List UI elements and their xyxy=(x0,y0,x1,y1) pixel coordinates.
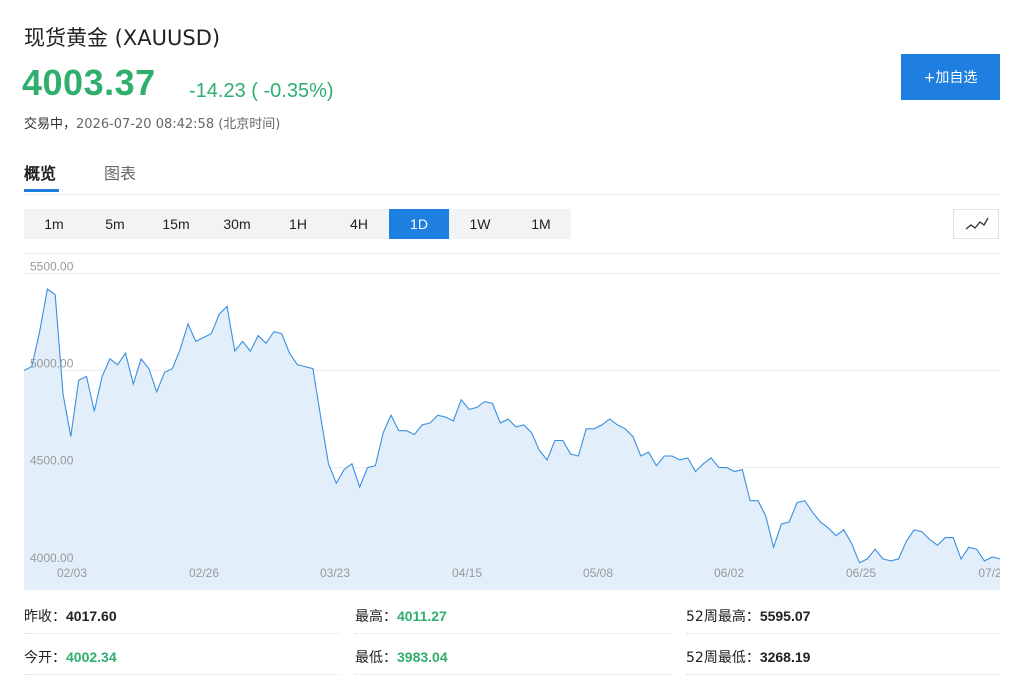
period-1h[interactable]: 1H xyxy=(268,209,328,239)
timestamp: 2026-07-20 08:42:58 (北京时间) xyxy=(76,117,281,132)
divider xyxy=(24,633,340,634)
period-30m[interactable]: 30m xyxy=(207,209,267,239)
stat-label: 最低： xyxy=(355,650,397,666)
line-chart-icon xyxy=(965,217,989,230)
x-tick-label: 06/25 xyxy=(846,566,876,580)
stat-value: 3983.04 xyxy=(397,649,448,665)
stat-value: 3268.19 xyxy=(759,649,811,665)
stat-label: 52周最高： xyxy=(686,609,760,625)
stat-label: 今开： xyxy=(24,650,66,666)
stat-prev-close: 昨收：4017.60 xyxy=(24,606,117,626)
stat-52w-high: 52周最高：5595.07 xyxy=(686,606,810,626)
x-tick-label: 02/26 xyxy=(189,566,219,580)
divider xyxy=(355,633,671,634)
active-tab-indicator xyxy=(24,189,59,192)
period-1mo[interactable]: 1M xyxy=(511,209,571,239)
divider xyxy=(355,674,671,675)
add-to-watchlist-button[interactable]: +加自选 xyxy=(901,54,1000,100)
period-1m[interactable]: 1m xyxy=(24,209,84,239)
stat-52w-low: 52周最低：3268.19 xyxy=(686,647,810,667)
stat-open: 今开：4002.34 xyxy=(24,647,117,667)
x-tick-label: 03/23 xyxy=(320,566,350,580)
tab-overview[interactable]: 概览 xyxy=(24,160,56,184)
stat-value: 4002.34 xyxy=(66,649,117,665)
x-tick-label: 05/08 xyxy=(583,566,613,580)
price-change: -14.23 ( -0.35%) xyxy=(189,80,334,102)
stat-value: 4011.27 xyxy=(397,608,447,624)
price-area xyxy=(24,289,1000,590)
y-tick-label: 4500.00 xyxy=(30,454,74,468)
stat-value: 5595.07 xyxy=(759,608,811,624)
stat-value: 4017.60 xyxy=(66,608,117,624)
y-tick-label: 5500.00 xyxy=(30,259,74,273)
divider xyxy=(686,674,1000,675)
y-tick-label: 4000.00 xyxy=(30,551,74,565)
stat-high: 最高：4011.27 xyxy=(355,606,447,626)
x-tick-label: 02/03 xyxy=(57,566,87,580)
price-chart[interactable]: 5500.00 5000.00 4500.00 4000.00 02/03 02/26 03… xyxy=(23,253,1002,590)
period-1d[interactable]: 1D xyxy=(389,209,449,239)
stat-label: 昨收： xyxy=(24,609,66,625)
divider xyxy=(24,674,340,675)
tab-bar: 概览 图表 xyxy=(24,156,1000,195)
period-15m[interactable]: 15m xyxy=(146,209,206,239)
chart-type-button[interactable] xyxy=(953,209,999,239)
x-tick-label: 06/02 xyxy=(714,566,744,580)
trading-status: 交易中，2026-07-20 08:42:58 (北京时间) xyxy=(24,113,280,132)
period-4h[interactable]: 4H xyxy=(329,209,389,239)
current-price: 4003.37 xyxy=(22,62,156,103)
page-title: 现货黄金 (XAUUSD) xyxy=(24,26,221,50)
period-1w[interactable]: 1W xyxy=(450,209,510,239)
stat-low: 最低：3983.04 xyxy=(355,647,448,667)
period-selector: 1m 5m 15m 30m 1H 4H 1D 1W 1M xyxy=(24,209,571,239)
x-tick-label: 07/2 xyxy=(978,566,1000,580)
y-tick-label: 5000.00 xyxy=(30,357,74,371)
tab-chart[interactable]: 图表 xyxy=(104,160,136,184)
x-tick-label: 04/15 xyxy=(452,566,482,580)
status-label: 交易中， xyxy=(24,117,77,132)
stat-label: 52周最低： xyxy=(686,650,760,666)
divider xyxy=(686,633,1000,634)
price-chart-svg: 5500.00 5000.00 4500.00 4000.0002/03 02/26 03… xyxy=(23,259,1002,590)
stat-label: 最高： xyxy=(355,609,397,625)
period-5m[interactable]: 5m xyxy=(85,209,145,239)
